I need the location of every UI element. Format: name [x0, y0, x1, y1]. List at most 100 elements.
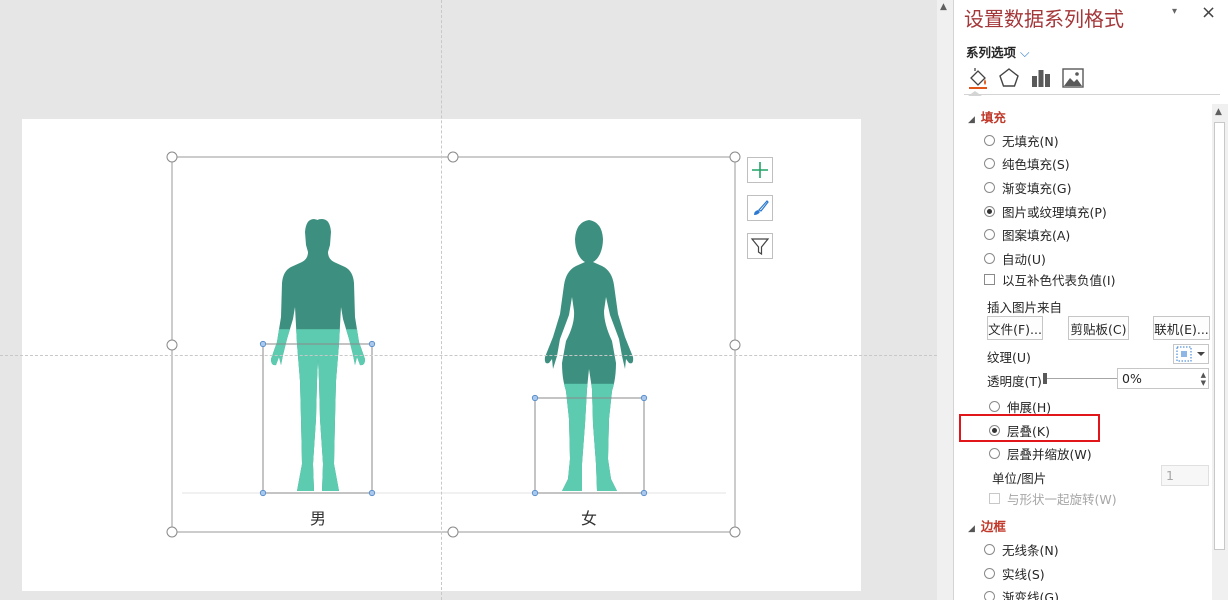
fill-option-pattern[interactable]: 图案填充(A)	[984, 225, 1070, 244]
invert-if-negative-checkbox[interactable]: 以互补色代表负值(I)	[984, 270, 1115, 289]
units-per-picture-input: 1	[1161, 465, 1209, 486]
border-option-solid[interactable]: 实线(S)	[984, 564, 1045, 583]
female-point-handles	[531, 394, 648, 497]
file-button[interactable]: 文件(F)...	[987, 316, 1043, 340]
pane-title: 设置数据系列格式	[964, 7, 1124, 31]
clipboard-button[interactable]: 剪贴板(C)	[1068, 316, 1129, 340]
border-option-gradient[interactable]: 渐变线(G)	[984, 587, 1059, 600]
option-label: 渐变线(G)	[1002, 590, 1059, 600]
fill-option-gradient[interactable]: 渐变填充(G)	[984, 178, 1071, 197]
stack-and-scale-option[interactable]: 层叠并缩放(W)	[989, 444, 1092, 463]
fill-option-picture-texture[interactable]: 图片或纹理填充(P)	[984, 202, 1107, 221]
scroll-up-arrow-icon[interactable]: ▲	[1215, 107, 1222, 117]
radio[interactable]	[984, 229, 995, 240]
radio[interactable]	[989, 448, 1000, 459]
resize-handle-br	[729, 526, 741, 538]
transparency-slider[interactable]	[1047, 378, 1117, 379]
pane-body: ◢ 填充 无填充(N) 纯色填充(S) 渐变填充(G) 图片或纹理填充(P) 图案…	[954, 104, 1211, 600]
online-button[interactable]: 联机(E)...	[1153, 316, 1210, 340]
resize-handle-mr	[729, 339, 741, 351]
radio[interactable]	[984, 544, 995, 555]
pane-options-chevron-icon[interactable]: ▾	[1172, 6, 1177, 17]
option-label: 无填充(N)	[1002, 134, 1059, 149]
picture-icon[interactable]	[1061, 66, 1085, 90]
chart-area-handles	[166, 151, 741, 538]
resize-handle-ml	[166, 339, 178, 351]
series-options-dropdown[interactable]: 系列选项 ⌵	[966, 42, 1030, 61]
option-label: 图案填充(A)	[1002, 228, 1071, 243]
radio[interactable]	[984, 591, 995, 600]
fill-section-label: 填充	[980, 110, 1006, 125]
transparency-label: 透明度(T)	[987, 374, 1042, 389]
radio[interactable]	[984, 253, 995, 264]
rotate-with-shape-checkbox: 与形状一起旋转(W)	[989, 489, 1117, 508]
resize-handle-tl	[166, 151, 178, 163]
pane-scrollbar[interactable]: ▲	[1212, 104, 1228, 600]
horizontal-guide	[0, 355, 937, 356]
radio[interactable]	[984, 135, 995, 146]
format-data-series-pane: 设置数据系列格式 ▾ × 系列选项 ⌵ ◢ 填充 无填充(N) 纯色填充(S) 渐变…	[953, 0, 1228, 600]
chart-styles-button[interactable]	[747, 195, 773, 221]
collapse-triangle-icon: ◢	[968, 524, 975, 534]
fill-section-header[interactable]: ◢ 填充	[968, 107, 1006, 126]
option-label: 实线(S)	[1002, 567, 1045, 582]
female-value-fill	[544, 383, 634, 491]
fill-option-solid[interactable]: 纯色填充(S)	[984, 154, 1070, 173]
chevron-down-icon: ⌵	[1020, 45, 1030, 60]
option-label: 图片或纹理填充(P)	[1002, 205, 1107, 220]
female-data-point-selection	[534, 397, 645, 494]
slide-canvas: 男 女	[0, 0, 937, 600]
transparency-value: 0%	[1122, 371, 1142, 386]
close-icon[interactable]: ×	[1201, 2, 1216, 23]
chart-elements-button[interactable]	[747, 157, 773, 183]
insert-picture-from-label: 插入图片来自	[987, 300, 1063, 315]
tab-divider	[964, 94, 1220, 95]
vertical-guide	[441, 0, 442, 600]
option-label: 无线条(N)	[1002, 543, 1059, 558]
option-label: 层叠并缩放(W)	[1007, 447, 1092, 462]
resize-handle-bl	[166, 526, 178, 538]
active-tab-indicator	[968, 91, 982, 96]
option-label: 纯色填充(S)	[1002, 157, 1070, 172]
series-options-label: 系列选项	[966, 45, 1017, 60]
transparency-input[interactable]: 0% ▲ ▼	[1117, 368, 1209, 389]
radio[interactable]	[984, 158, 995, 169]
spinner-arrows-icon[interactable]: ▲ ▼	[1201, 371, 1206, 387]
checkbox[interactable]	[984, 274, 995, 285]
category-label-male: 男	[309, 509, 326, 528]
option-label: 渐变填充(G)	[1002, 181, 1072, 196]
fill-option-none[interactable]: 无填充(N)	[984, 131, 1059, 150]
fill-line-icon[interactable]	[966, 66, 990, 90]
female-bg-dark	[544, 220, 634, 491]
resize-handle-bc	[447, 526, 459, 538]
series-options-icon[interactable]	[1029, 66, 1053, 90]
chart-area-frame	[171, 156, 736, 533]
funnel-icon	[750, 238, 770, 256]
radio[interactable]	[984, 182, 995, 193]
fill-option-automatic[interactable]: 自动(U)	[984, 249, 1046, 268]
resize-handle-tr	[729, 151, 741, 163]
collapse-triangle-icon: ◢	[968, 115, 975, 125]
paintbrush-icon	[754, 200, 769, 215]
radio[interactable]	[984, 568, 995, 579]
texture-dropdown[interactable]	[1173, 344, 1209, 364]
texture-swatch-icon	[1176, 346, 1205, 362]
category-label-female: 女	[580, 509, 597, 528]
effects-icon[interactable]	[997, 66, 1021, 90]
radio[interactable]	[989, 401, 1000, 412]
plus-icon	[752, 162, 768, 178]
scroll-up-arrow-icon[interactable]: ▲	[940, 2, 947, 12]
pane-scrollbar-thumb[interactable]	[1214, 122, 1225, 550]
option-label: 与形状一起旋转(W)	[1007, 492, 1117, 507]
chart-filters-button[interactable]	[747, 233, 773, 259]
units-per-picture-label: 单位/图片	[992, 471, 1047, 486]
resize-handle-tc	[447, 151, 459, 163]
checkbox	[989, 493, 1000, 504]
border-section-label: 边框	[980, 519, 1006, 534]
highlight-annotation-box	[959, 414, 1100, 442]
radio-selected[interactable]	[984, 206, 995, 217]
option-label: 以互补色代表负值(I)	[1002, 273, 1116, 288]
border-section-header[interactable]: ◢ 边框	[968, 516, 1006, 535]
slide-scrollbar[interactable]: ▲	[937, 0, 953, 600]
border-option-none[interactable]: 无线条(N)	[984, 540, 1059, 559]
